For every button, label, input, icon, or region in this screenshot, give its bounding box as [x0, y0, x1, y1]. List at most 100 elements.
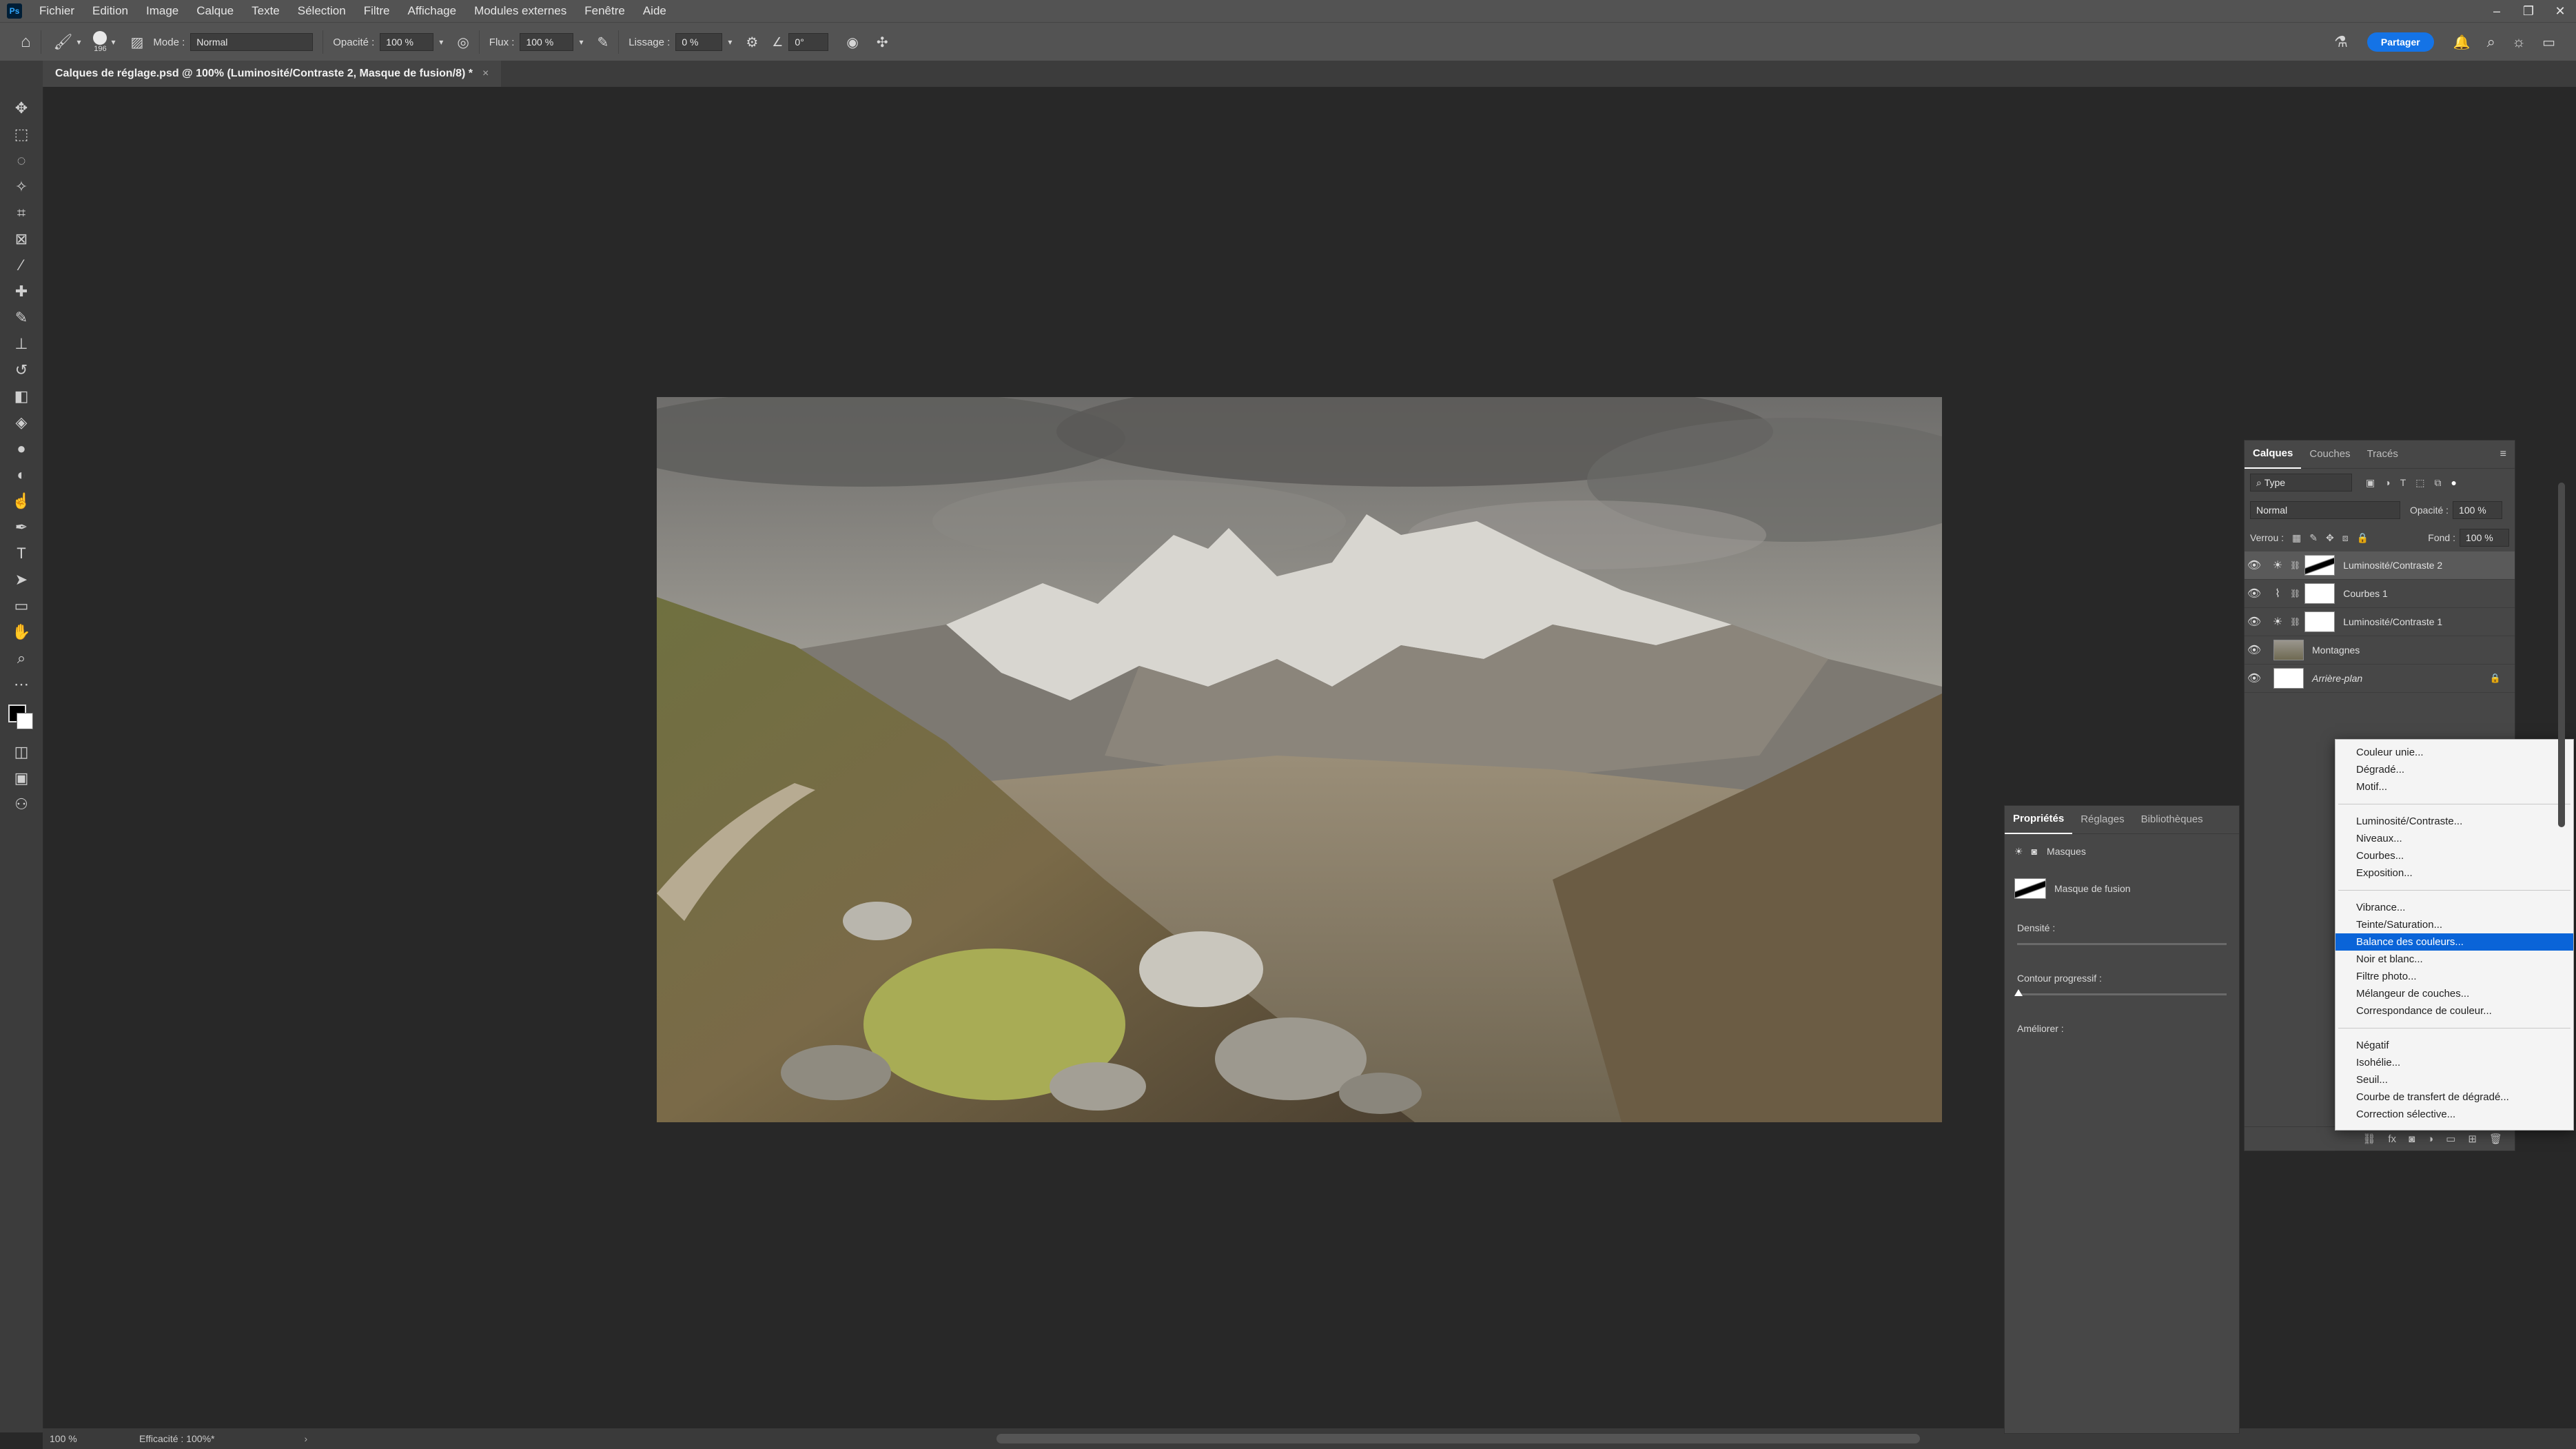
eye-icon[interactable]: 👁: [2245, 558, 2264, 572]
angle-field[interactable]: 0°: [788, 33, 829, 51]
gear-icon[interactable]: ⚙: [746, 34, 758, 51]
layer-mask-thumbnail[interactable]: [2304, 555, 2335, 576]
discover-icon[interactable]: ☼: [2512, 33, 2526, 51]
menu-item-luminosite-contraste[interactable]: Luminosité/Contraste...: [2335, 813, 2573, 830]
lock-transparency-icon[interactable]: ▦: [2292, 532, 2301, 544]
menu-selection[interactable]: Sélection: [289, 0, 355, 22]
menu-affichage[interactable]: Affichage: [398, 0, 465, 22]
frame-tool-icon[interactable]: ⊠: [0, 226, 43, 252]
pressure-size-icon[interactable]: ◉: [846, 34, 858, 51]
menu-item-teinte-saturation[interactable]: Teinte/Saturation...: [2335, 916, 2573, 933]
eye-icon[interactable]: 👁: [2245, 643, 2264, 657]
search-icon[interactable]: ⌕: [2487, 33, 2495, 51]
menu-item-vibrance[interactable]: Vibrance...: [2335, 899, 2573, 916]
smudge-tool-icon[interactable]: ☝: [0, 488, 43, 514]
edit-toolbar-icon[interactable]: ⚇: [0, 791, 43, 818]
clone-stamp-tool-icon[interactable]: ⊥: [0, 331, 43, 357]
chevron-down-icon[interactable]: ▾: [728, 37, 732, 47]
add-mask-icon[interactable]: ◙: [2409, 1133, 2415, 1145]
menu-item-motif[interactable]: Motif...: [2335, 778, 2573, 796]
more-tools-icon[interactable]: ⋯: [0, 671, 43, 698]
link-icon[interactable]: ⛓: [2290, 560, 2300, 570]
vertical-scrollbar[interactable]: [2558, 483, 2565, 827]
type-tool-icon[interactable]: T: [0, 540, 43, 567]
menu-edition[interactable]: Edition: [83, 0, 137, 22]
new-adjustment-layer-icon[interactable]: ◑: [2427, 1133, 2433, 1145]
canvas-image[interactable]: [657, 397, 1942, 1122]
chevron-down-icon[interactable]: ▾: [111, 37, 115, 47]
link-layers-icon[interactable]: ⛓: [2362, 1133, 2375, 1145]
pen-tool-icon[interactable]: ✒: [0, 514, 43, 540]
workspace-icon[interactable]: ▭: [2542, 34, 2555, 51]
layer-filter-select[interactable]: ⌕ Type: [2250, 474, 2352, 492]
menu-image[interactable]: Image: [137, 0, 187, 22]
feather-slider[interactable]: [2014, 989, 2227, 996]
menu-item-correction-selective[interactable]: Correction sélective...: [2335, 1106, 2573, 1123]
menu-item-negatif[interactable]: Négatif: [2335, 1037, 2573, 1054]
menu-item-noir-et-blanc[interactable]: Noir et blanc...: [2335, 951, 2573, 968]
horizontal-scrollbar[interactable]: [996, 1434, 1921, 1443]
menu-aide[interactable]: Aide: [634, 0, 675, 22]
menu-item-niveaux[interactable]: Niveaux...: [2335, 830, 2573, 847]
tab-couches[interactable]: Couches: [2301, 440, 2358, 468]
menu-item-courbes[interactable]: Courbes...: [2335, 847, 2573, 864]
screen-mode-icon[interactable]: ▣: [0, 765, 43, 791]
chevron-down-icon[interactable]: ▾: [439, 37, 443, 47]
menu-item-couleur-unie[interactable]: Couleur unie...: [2335, 744, 2573, 761]
menu-item-isohelie[interactable]: Isohélie...: [2335, 1054, 2573, 1071]
layer-opacity-field[interactable]: 100 %: [2453, 501, 2503, 519]
brush-tool-icon[interactable]: 🖌: [54, 33, 73, 51]
color-swatches[interactable]: [0, 698, 43, 739]
menu-item-melangeur-de-couches[interactable]: Mélangeur de couches...: [2335, 985, 2573, 1002]
layer-mask-thumbnail[interactable]: [2304, 583, 2335, 604]
menu-item-exposition[interactable]: Exposition...: [2335, 864, 2573, 882]
move-tool-icon[interactable]: ✥: [0, 95, 43, 121]
menu-item-balance-des-couleurs[interactable]: Balance des couleurs...: [2335, 933, 2573, 951]
zoom-tool-icon[interactable]: ⌕: [0, 645, 43, 671]
trash-icon[interactable]: 🗑: [2489, 1133, 2502, 1145]
menu-item-degrade[interactable]: Dégradé...: [2335, 761, 2573, 778]
panel-menu-icon[interactable]: ≡: [2500, 448, 2506, 460]
quick-mask-icon[interactable]: ◫: [0, 739, 43, 765]
document-tab[interactable]: Calques de réglage.psd @ 100% (Luminosit…: [43, 61, 502, 87]
chevron-right-icon[interactable]: ›: [304, 1433, 307, 1444]
layer-thumbnail[interactable]: [2273, 640, 2304, 660]
menu-fichier[interactable]: Fichier: [30, 0, 83, 22]
close-icon[interactable]: ✕: [2544, 4, 2576, 19]
close-tab-icon[interactable]: ×: [482, 61, 489, 87]
home-icon[interactable]: ⌂: [21, 32, 31, 52]
marquee-tool-icon[interactable]: ⬚: [0, 121, 43, 148]
lock-pixels-icon[interactable]: ✎: [2309, 532, 2318, 544]
layer-row[interactable]: 👁 ☀ ⛓ Luminosité/Contraste 2: [2245, 551, 2515, 580]
menu-item-filtre-photo[interactable]: Filtre photo...: [2335, 968, 2573, 985]
layer-row[interactable]: 👁 Montagnes: [2245, 636, 2515, 665]
symmetry-icon[interactable]: ✣: [877, 34, 888, 51]
tab-calques[interactable]: Calques: [2245, 440, 2302, 469]
history-brush-tool-icon[interactable]: ↺: [0, 357, 43, 383]
brightness-contrast-icon[interactable]: ☀: [2014, 846, 2023, 858]
mask-thumbnail[interactable]: [2014, 878, 2046, 899]
brush-tool-icon[interactable]: ✎: [0, 305, 43, 331]
eye-icon[interactable]: 👁: [2245, 615, 2264, 629]
chevron-down-icon[interactable]: ▾: [76, 37, 81, 47]
brush-preset-picker[interactable]: 196: [93, 31, 108, 53]
smoothing-field[interactable]: 0 %: [675, 33, 723, 51]
menu-modules-externes[interactable]: Modules externes: [465, 0, 575, 22]
path-selection-tool-icon[interactable]: ➤: [0, 567, 43, 593]
tab-bibliotheques[interactable]: Bibliothèques: [2133, 806, 2211, 833]
healing-brush-tool-icon[interactable]: ✚: [0, 278, 43, 305]
lock-all-icon[interactable]: 🔒: [2357, 532, 2369, 544]
brush-settings-icon[interactable]: ▨: [131, 34, 144, 51]
tab-reglages[interactable]: Réglages: [2072, 806, 2132, 833]
filter-type-icon[interactable]: T: [2400, 477, 2406, 488]
zoom-level[interactable]: 100 %: [50, 1433, 119, 1444]
layer-row[interactable]: 👁 ⌇ ⛓ Courbes 1: [2245, 580, 2515, 608]
share-button[interactable]: Partager: [2367, 32, 2434, 52]
paint-bucket-tool-icon[interactable]: ◈: [0, 409, 43, 436]
layer-row[interactable]: 👁 ☀ ⛓ Luminosité/Contraste 1: [2245, 608, 2515, 636]
menu-fenetre[interactable]: Fenêtre: [575, 0, 634, 22]
blend-mode-select[interactable]: Normal: [2250, 501, 2400, 519]
dodge-tool-icon[interactable]: ◐: [0, 462, 43, 488]
tab-traces[interactable]: Tracés: [2359, 440, 2406, 468]
density-slider[interactable]: [2017, 943, 2227, 945]
